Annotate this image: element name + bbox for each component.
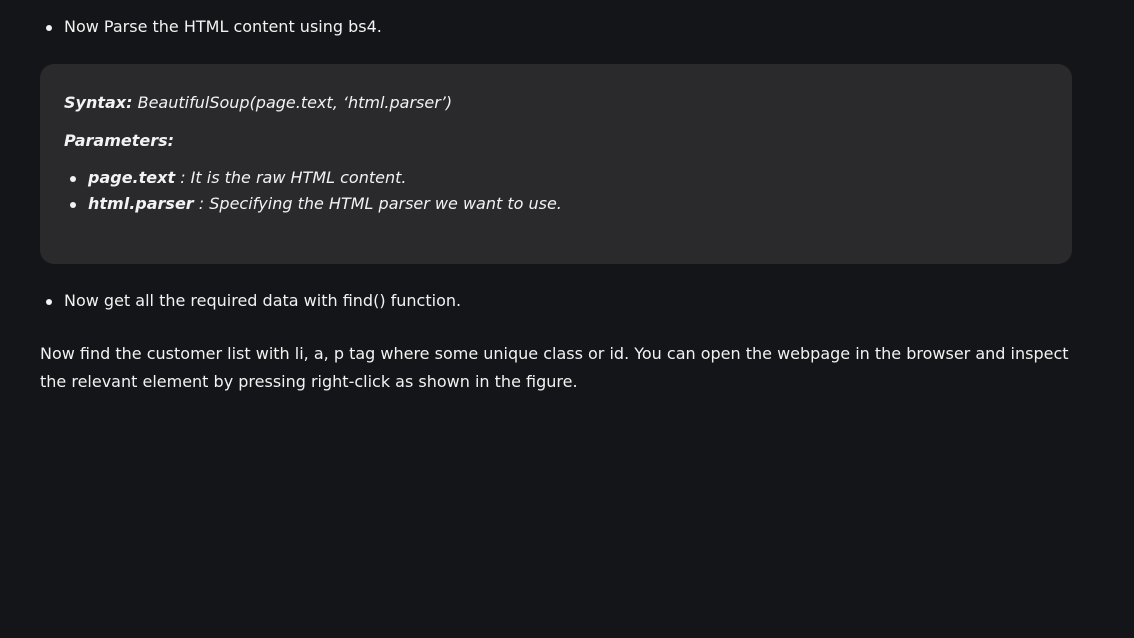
article-page: Now Parse the HTML content using bs4. Sy… xyxy=(0,0,1134,638)
syntax-value: BeautifulSoup(page.text, ‘html.parser’) xyxy=(137,93,453,112)
inspect-instructions-paragraph: Now find the customer list with li, a, p… xyxy=(40,344,1069,391)
syntax-line: Syntax: BeautifulSoup(page.text, ‘html.p… xyxy=(64,91,1048,115)
find-list: Now get all the required data with find(… xyxy=(40,289,1040,313)
syntax-box: Syntax: BeautifulSoup(page.text, ‘html.p… xyxy=(40,64,1072,264)
parameters-heading: Parameters: xyxy=(64,129,1048,153)
parameter-item: page.text : It is the raw HTML content. xyxy=(64,166,1048,190)
parameter-name: html.parser xyxy=(88,194,194,213)
intro-list-item-text: Now Parse the HTML content using bs4. xyxy=(64,17,382,36)
intro-list: Now Parse the HTML content using bs4. xyxy=(40,15,1040,39)
intro-list-item: Now Parse the HTML content using bs4. xyxy=(40,15,1040,39)
find-list-item: Now get all the required data with find(… xyxy=(40,289,1040,313)
parameter-name: page.text xyxy=(88,168,176,187)
parameter-list: page.text : It is the raw HTML content. … xyxy=(64,166,1048,216)
syntax-label: Syntax: xyxy=(64,93,133,112)
find-list-item-text: Now get all the required data with find(… xyxy=(64,291,462,310)
parameter-item: html.parser : Specifying the HTML parser… xyxy=(64,192,1048,216)
parameter-description: : Specifying the HTML parser we want to … xyxy=(198,194,562,213)
parameter-description: : It is the raw HTML content. xyxy=(180,168,407,187)
parameters-label: Parameters: xyxy=(64,131,175,150)
